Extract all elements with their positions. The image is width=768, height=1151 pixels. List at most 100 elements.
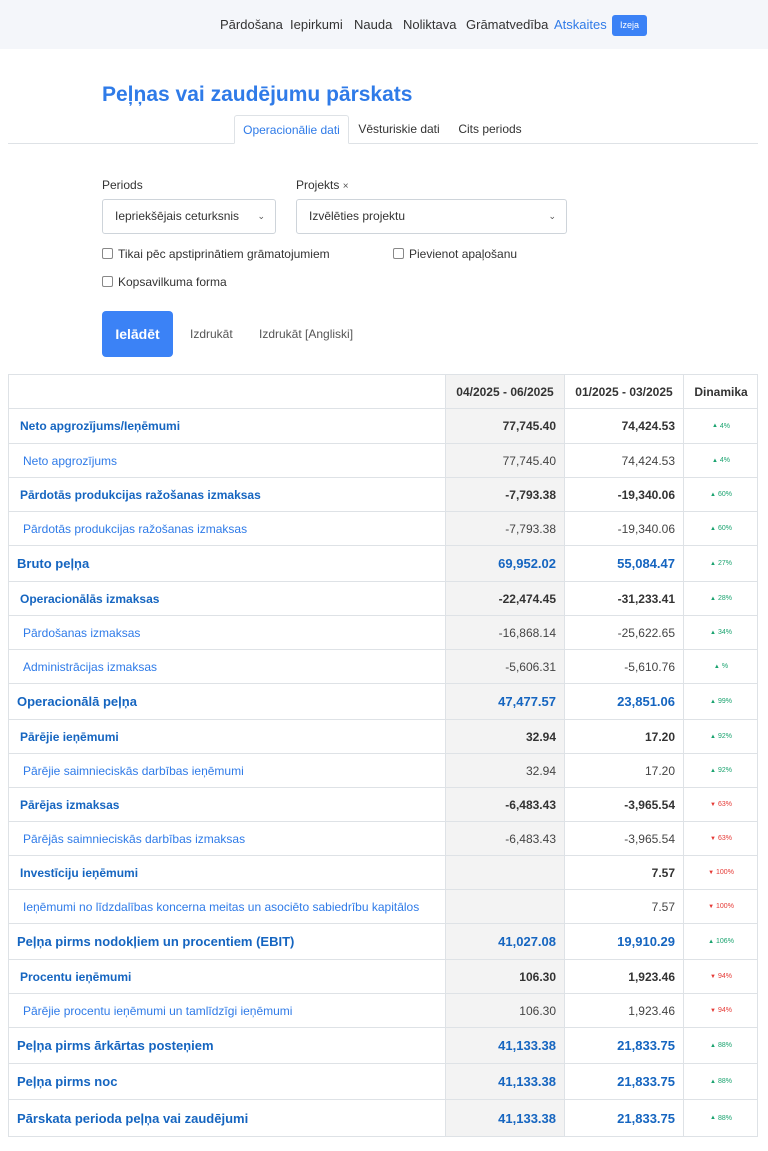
row-value-previous: -31,233.41 (564, 582, 683, 615)
dynamics-value: 88% (717, 1042, 732, 1049)
dynamics-value: 88% (717, 1114, 732, 1122)
row-value-current: -22,474.45 (445, 582, 564, 615)
nav-item-accounting[interactable]: Grāmatvedība (466, 17, 548, 32)
row-dynamics: ▲ 88% (683, 1064, 758, 1099)
dynamics-value: 60% (717, 491, 732, 498)
nav-item-money[interactable]: Nauda (354, 17, 392, 32)
period-select[interactable]: Iepriekšējais ceturksnis ⌄ (102, 199, 276, 234)
row-label: Pārdotās produkcijas ražošanas izmaksas (23, 521, 248, 536)
print-button[interactable]: Izdrukāt (190, 327, 233, 341)
row-label: Peļņa pirms ārkārtas posteņiem (17, 1038, 214, 1053)
print-english-button[interactable]: Izdrukāt [Angliski] (259, 327, 353, 341)
row-label: Investīciju ieņēmumi (20, 865, 139, 880)
row-value-current: -6,483.43 (445, 822, 564, 855)
row-value-current: 41,133.38 (445, 1064, 564, 1099)
row-value-current: 41,133.38 (445, 1028, 564, 1063)
checkbox-approved-only[interactable]: Tikai pēc apstiprinātiem grāmatojumiem (102, 247, 330, 261)
row-value-current: 32.94 (445, 754, 564, 787)
checkbox-add-rounding[interactable]: Pievienot apaļošanu (393, 247, 517, 261)
tab-operational-data[interactable]: Operacionālie dati (234, 115, 349, 144)
row-value-current: 69,952.02 (445, 546, 564, 581)
project-clear-icon[interactable]: × (343, 181, 349, 192)
row-value-previous: 74,424.53 (564, 409, 683, 443)
row-value-current: 106.30 (445, 960, 564, 993)
checkbox-icon[interactable] (102, 248, 113, 259)
checkbox-summary-form[interactable]: Kopsavilkuma forma (102, 275, 227, 289)
row-dynamics: ▼ 94% (683, 994, 758, 1027)
row-value-current: 47,477.57 (445, 684, 564, 719)
dynamics-value: 63% (717, 801, 732, 808)
checkbox-icon[interactable] (102, 276, 113, 287)
table-row: Pārējie saimnieciskās darbības ieņēmumi 3… (9, 754, 757, 788)
row-label: Administrācijas izmaksas (23, 659, 158, 674)
table-row: Pārdotās produkcijas ražošanas izmaksas -… (9, 478, 757, 512)
row-dynamics: ▲ 60% (683, 478, 758, 511)
tab-other-period[interactable]: Cits periods (450, 115, 530, 144)
top-navigation: Pārdošana Iepirkumi Nauda Noliktava Grām… (0, 0, 768, 49)
row-label: Pārējās saimnieciskās darbības izmaksas (23, 831, 246, 846)
header-period-previous: 01/2025 - 03/2025 (564, 375, 683, 408)
table-row: Neto apgrozījums/Ieņēmumi 77,745.40 74,424… (9, 409, 757, 444)
header-period-current: 04/2025 - 06/2025 (445, 375, 564, 408)
row-label: Procentu ieņēmumi (20, 969, 132, 984)
row-label: Neto apgrozījums (23, 453, 118, 468)
row-dynamics: ▲ 92% (683, 754, 758, 787)
arrow-up-icon: ▲ (710, 560, 716, 567)
checkbox-icon[interactable] (393, 248, 404, 259)
nav-item-warehouse[interactable]: Noliktava (403, 17, 456, 32)
row-label: Pārskata perioda peļņa vai zaudējumi (17, 1110, 249, 1126)
table-row: Pārskata perioda peļņa vai zaudējumi 41,1… (9, 1100, 757, 1136)
dynamics-value: 92% (717, 733, 732, 740)
nav-item-purchases[interactable]: Iepirkumi (290, 17, 343, 32)
arrow-up-icon: ▲ (713, 663, 720, 670)
arrow-down-icon: ▼ (708, 903, 715, 910)
project-label-text: Projekts (296, 178, 340, 192)
row-value-current: 77,745.40 (445, 409, 564, 443)
dynamics-value: 100% (716, 869, 734, 876)
table-row: Pārējas izmaksas -6,483.43 -3,965.54 ▼ 63% (9, 788, 757, 822)
dynamics-value: % (721, 663, 729, 670)
dynamics-value: 27% (717, 560, 732, 567)
row-value-previous: 21,833.75 (564, 1100, 683, 1136)
dynamics-value: 94% (717, 1007, 732, 1014)
project-select-value: Izvēlēties projektu (309, 209, 406, 223)
row-value-previous: 7.57 (564, 890, 683, 923)
dynamics-value: 106% (716, 938, 734, 945)
logout-button[interactable]: Izeja (612, 15, 647, 36)
row-label: Operacionālā peļņa (17, 694, 137, 709)
table-row: Pārdotās produkcijas ražošanas izmaksas -… (9, 512, 757, 546)
row-dynamics: ▼ 100% (683, 856, 758, 889)
dynamics-value: 92% (717, 767, 732, 774)
row-dynamics: ▼ 100% (683, 890, 758, 923)
row-value-current: -7,793.38 (445, 478, 564, 511)
arrow-down-icon: ▼ (710, 835, 716, 842)
row-value-current: -5,606.31 (445, 650, 564, 683)
project-select[interactable]: Izvēlēties projektu ⌄ (296, 199, 567, 234)
row-dynamics: ▼ 63% (683, 788, 758, 821)
row-label: Operacionālās izmaksas (20, 591, 160, 606)
row-label: Bruto peļņa (17, 556, 90, 571)
arrow-up-icon: ▲ (708, 938, 715, 945)
row-dynamics: ▲ 88% (683, 1028, 758, 1063)
arrow-up-icon: ▲ (710, 733, 716, 740)
row-value-previous: -25,622.65 (564, 616, 683, 649)
nav-item-reports[interactable]: Atskaites (554, 17, 607, 32)
row-value-previous: 21,833.75 (564, 1064, 683, 1099)
table-row: Investīciju ieņēmumi 7.57 ▼ 100% (9, 856, 757, 890)
row-value-previous: -3,965.54 (564, 822, 683, 855)
dynamics-value: 94% (717, 973, 732, 980)
row-dynamics: ▲ 27% (683, 546, 758, 581)
row-label: Pārējie saimnieciskās darbības ieņēmumi (23, 763, 244, 778)
row-value-current (445, 856, 564, 889)
row-value-current (445, 890, 564, 923)
arrow-up-icon: ▲ (710, 698, 716, 705)
load-button[interactable]: Ielādēt (102, 311, 173, 357)
row-value-previous: -19,340.06 (564, 512, 683, 545)
profit-loss-table: 04/2025 - 06/2025 01/2025 - 03/2025 Dina… (8, 374, 758, 1137)
dynamics-value: 60% (717, 525, 732, 532)
row-dynamics: ▼ 63% (683, 822, 758, 855)
nav-item-sales[interactable]: Pārdošana (220, 17, 283, 32)
row-label: Neto apgrozījums/Ieņēmumi (20, 419, 181, 433)
row-value-previous: 55,084.47 (564, 546, 683, 581)
tab-historical-data[interactable]: Vēsturiskie dati (352, 115, 446, 144)
